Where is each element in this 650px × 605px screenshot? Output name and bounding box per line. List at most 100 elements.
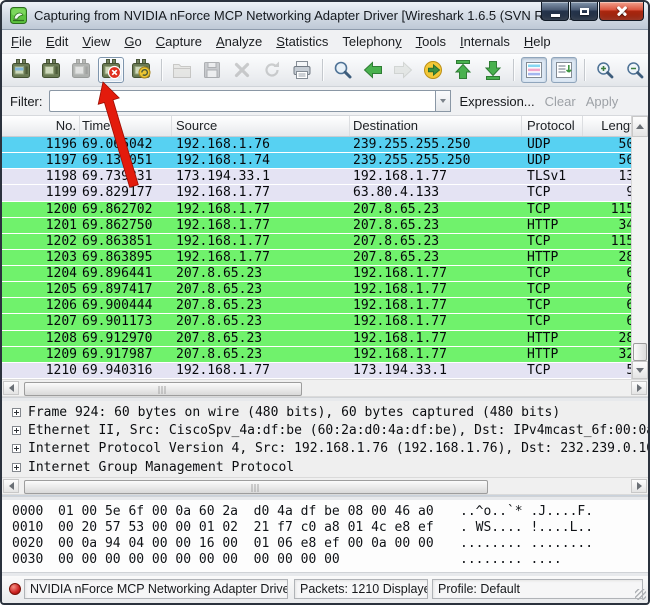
packet-row-1204[interactable]: 120469.896441207.8.65.23192.168.1.77TCP6…: [2, 266, 648, 282]
packet-row-1200[interactable]: 120069.862702192.168.1.77207.8.65.23TCP1…: [2, 202, 648, 218]
detail-line[interactable]: Frame 924: 60 bytes on wire (480 bits), …: [2, 403, 648, 421]
hex-line[interactable]: 002000 0a 94 04 00 00 16 00 01 06 e8 ef …: [12, 536, 648, 552]
cell-protocol: TCP: [522, 282, 583, 297]
cell-no: 1196: [2, 137, 80, 152]
expression-button[interactable]: Expression...: [460, 94, 535, 109]
menu-edit[interactable]: Edit: [39, 31, 75, 52]
minimize-button[interactable]: [541, 2, 569, 21]
scroll-left-button[interactable]: [3, 479, 19, 493]
packet-row-1209[interactable]: 120969.917987207.8.65.23192.168.1.77HTTP…: [2, 347, 648, 363]
colorize-button[interactable]: [521, 57, 547, 83]
open-file-button[interactable]: [169, 57, 195, 83]
go-to-top-button[interactable]: [450, 57, 476, 83]
auto-scroll-button[interactable]: [551, 57, 577, 83]
packet-row-1201[interactable]: 120169.862750192.168.1.77207.8.65.23HTTP…: [2, 218, 648, 234]
cell-source: 192.168.1.74: [172, 153, 350, 168]
title-bar[interactable]: Capturing from NVIDIA nForce MCP Network…: [2, 2, 648, 30]
menu-internals[interactable]: Internals: [453, 31, 517, 52]
expand-plus-icon[interactable]: [12, 426, 21, 435]
reload-button[interactable]: [259, 57, 285, 83]
start-capture-button[interactable]: [68, 57, 94, 83]
packet-list: 119669.066042192.168.1.76239.255.255.250…: [2, 137, 648, 379]
cell-protocol: UDP: [522, 153, 583, 168]
chevron-down-icon: [440, 99, 446, 103]
cell-source: 207.8.65.23: [172, 266, 350, 281]
filter-dropdown-button[interactable]: [435, 90, 451, 112]
hex-line[interactable]: 003000 00 00 00 00 00 00 00 00 00 00 00.…: [12, 552, 648, 568]
packet-list-vscrollbar[interactable]: [631, 116, 648, 379]
find-packet-button[interactable]: [330, 57, 356, 83]
cell-time: 69.134051: [80, 153, 172, 168]
packet-list-hscrollbar[interactable]: [2, 379, 648, 397]
print-button[interactable]: [289, 57, 315, 83]
maximize-button[interactable]: [570, 2, 598, 21]
detail-line[interactable]: Internet Protocol Version 4, Src: 192.16…: [2, 440, 648, 458]
column-header-destination[interactable]: Destination: [350, 116, 522, 136]
go-forward-button[interactable]: [390, 57, 416, 83]
restart-capture-button[interactable]: [128, 57, 154, 83]
column-header-source[interactable]: Source: [172, 116, 350, 136]
column-header-protocol[interactable]: Protocol: [522, 116, 583, 136]
hscroll-thumb[interactable]: [24, 382, 302, 396]
go-to-bottom-button[interactable]: [480, 57, 506, 83]
packet-row-1207[interactable]: 120769.901173207.8.65.23192.168.1.77TCP6…: [2, 314, 648, 330]
packet-row-1206[interactable]: 120669.900444207.8.65.23192.168.1.77TCP6…: [2, 298, 648, 314]
list-interfaces-button[interactable]: [8, 57, 34, 83]
expand-plus-icon[interactable]: [12, 463, 21, 472]
packet-row-1202[interactable]: 120269.863851192.168.1.77207.8.65.23TCP1…: [2, 234, 648, 250]
zoom-out-button[interactable]: [622, 57, 648, 83]
expand-plus-icon[interactable]: [12, 444, 21, 453]
column-header-no[interactable]: No.: [2, 116, 80, 136]
detail-line[interactable]: Internet Group Management Protocol: [2, 458, 648, 476]
hex-line[interactable]: 001000 20 57 53 00 00 01 02 21 f7 c0 a8 …: [12, 520, 648, 536]
scroll-down-button[interactable]: [632, 361, 648, 379]
close-button[interactable]: [599, 2, 644, 21]
menu-go[interactable]: Go: [117, 31, 148, 52]
detail-line[interactable]: Ethernet II, Src: CiscoSpv_4a:df:be (60:…: [2, 421, 648, 439]
resize-grip[interactable]: [635, 589, 646, 600]
filter-input[interactable]: [49, 90, 435, 112]
go-to-packet-button[interactable]: [420, 57, 446, 83]
hscroll-thumb[interactable]: [24, 480, 488, 494]
grip-icon: [159, 386, 168, 394]
column-header-time[interactable]: Time: [80, 116, 172, 136]
save-file-button[interactable]: [199, 57, 225, 83]
menu-file[interactable]: File: [4, 31, 39, 52]
vscroll-thumb[interactable]: [633, 343, 647, 361]
hex-line[interactable]: 000001 00 5e 6f 00 0a 60 2a d0 4a df be …: [12, 504, 648, 520]
packet-row-1196[interactable]: 119669.066042192.168.1.76239.255.255.250…: [2, 137, 648, 153]
detail-text: Internet Group Management Protocol: [28, 460, 294, 475]
packet-row-1210[interactable]: 121069.940316192.168.1.77173.194.33.1TCP…: [2, 363, 648, 379]
go-back-button[interactable]: [360, 57, 386, 83]
menu-view[interactable]: View: [75, 31, 117, 52]
reload-icon: [260, 58, 284, 82]
menu-bar: FileEditViewGoCaptureAnalyzeStatisticsTe…: [2, 30, 648, 54]
start-capture-icon: [69, 58, 93, 82]
menu-telephony[interactable]: Telephony: [335, 31, 408, 52]
menu-capture[interactable]: Capture: [149, 31, 209, 52]
cell-protocol: TCP: [522, 234, 583, 249]
clear-button[interactable]: Clear: [545, 94, 576, 109]
apply-button[interactable]: Apply: [586, 94, 619, 109]
capture-options-button[interactable]: [38, 57, 64, 83]
list-interfaces-icon: [9, 58, 33, 82]
packet-row-1197[interactable]: 119769.134051192.168.1.74239.255.255.250…: [2, 153, 648, 169]
stop-capture-button[interactable]: [98, 57, 124, 83]
menu-tools[interactable]: Tools: [409, 31, 453, 52]
scroll-right-button[interactable]: [631, 381, 647, 395]
close-file-button[interactable]: [229, 57, 255, 83]
expand-plus-icon[interactable]: [12, 408, 21, 417]
menu-statistics[interactable]: Statistics: [269, 31, 335, 52]
menu-analyze[interactable]: Analyze: [209, 31, 269, 52]
scroll-left-button[interactable]: [3, 381, 19, 395]
scroll-right-button[interactable]: [631, 479, 647, 493]
details-hscrollbar[interactable]: [2, 477, 648, 495]
packet-row-1198[interactable]: 119869.739231173.194.33.1192.168.1.77TLS…: [2, 169, 648, 185]
packet-row-1203[interactable]: 120369.863895192.168.1.77207.8.65.23HTTP…: [2, 250, 648, 266]
scroll-up-button[interactable]: [632, 116, 648, 137]
zoom-in-button[interactable]: [592, 57, 618, 83]
packet-row-1208[interactable]: 120869.912970207.8.65.23192.168.1.77HTTP…: [2, 331, 648, 347]
packet-row-1199[interactable]: 119969.829177192.168.1.7763.80.4.133TCP9…: [2, 185, 648, 201]
packet-row-1205[interactable]: 120569.897417207.8.65.23192.168.1.77TCP6…: [2, 282, 648, 298]
menu-help[interactable]: Help: [517, 31, 558, 52]
